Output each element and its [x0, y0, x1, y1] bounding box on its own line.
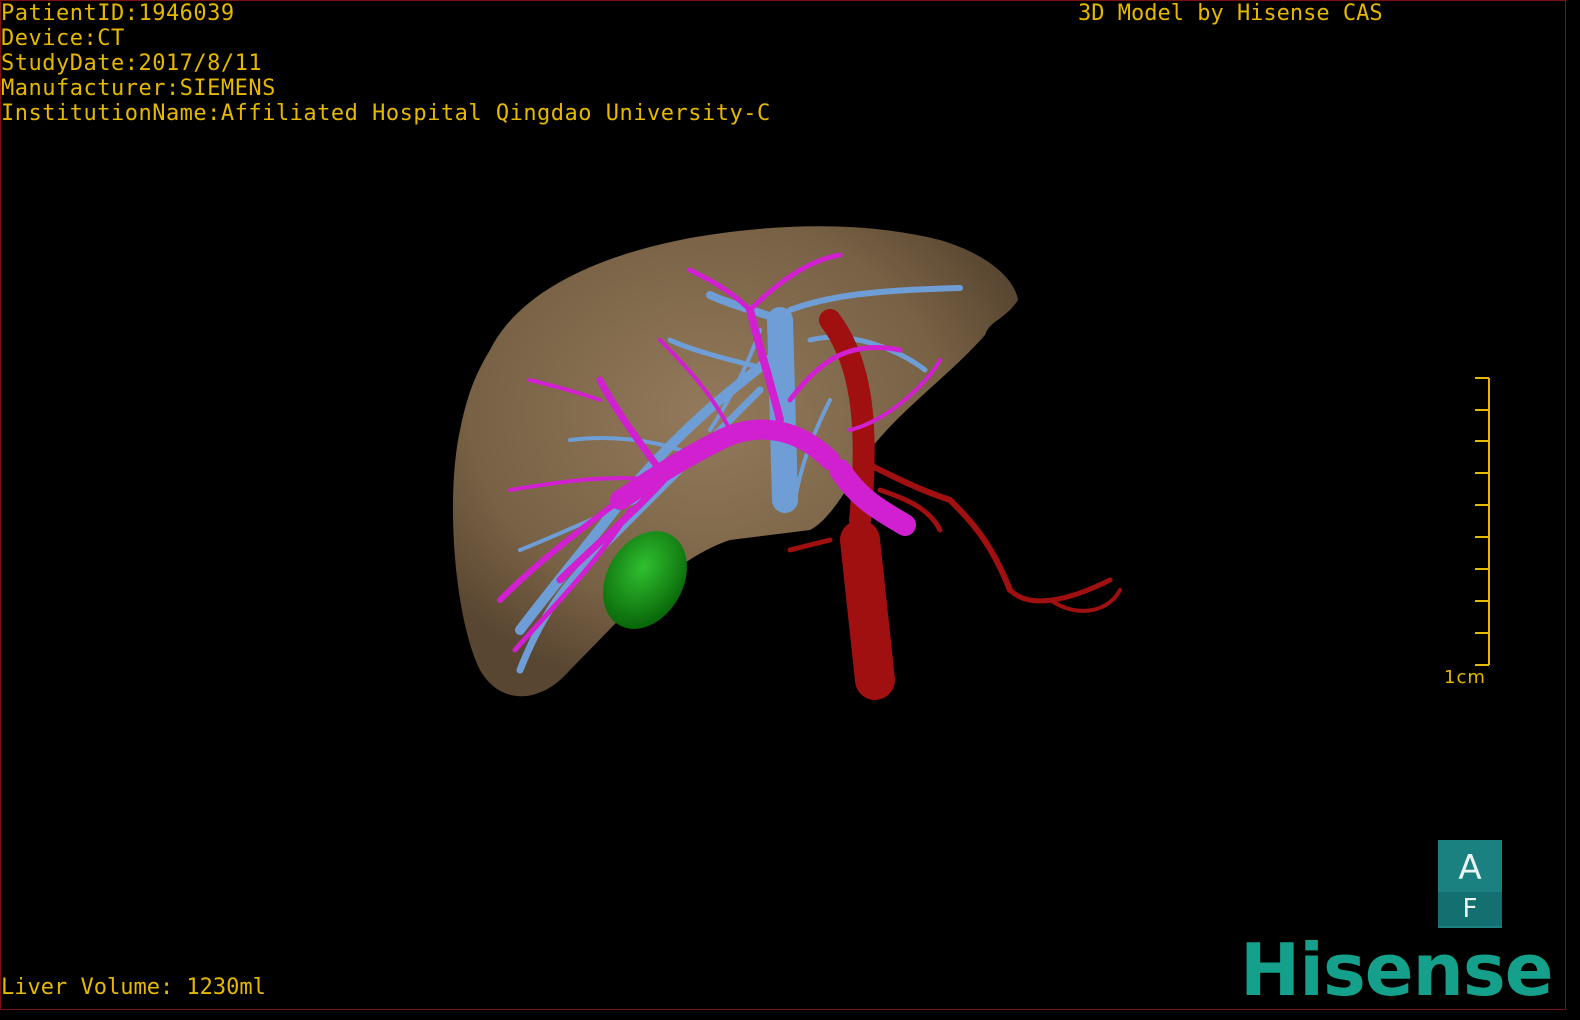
scale-bar [1475, 377, 1490, 666]
liver-volume-text: Liver Volume: 1230ml [1, 975, 266, 1000]
hisense-logo: Hisense [1240, 928, 1554, 1012]
orientation-foot-label: F [1438, 892, 1502, 926]
institution-text: InstitutionName:Affiliated Hospital Qing… [1, 101, 771, 126]
model-credit-text: 3D Model by Hisense CAS [1078, 1, 1383, 26]
study-date-text: StudyDate:2017/8/11 [1, 51, 263, 76]
manufacturer-text: Manufacturer:SIEMENS [1, 76, 276, 101]
dicom-info-overlay: PatientID:1946039 Device:CT StudyDate:20… [1, 1, 771, 126]
device-text: Device:CT [1, 26, 125, 51]
patient-id-text: PatientID:1946039 [1, 1, 235, 26]
scale-bar-label: 1cm [1444, 667, 1486, 688]
orientation-anterior-label: A [1458, 848, 1482, 888]
orientation-cube-button[interactable]: A F [1438, 840, 1502, 928]
liver-3d-model[interactable] [430, 200, 1150, 720]
